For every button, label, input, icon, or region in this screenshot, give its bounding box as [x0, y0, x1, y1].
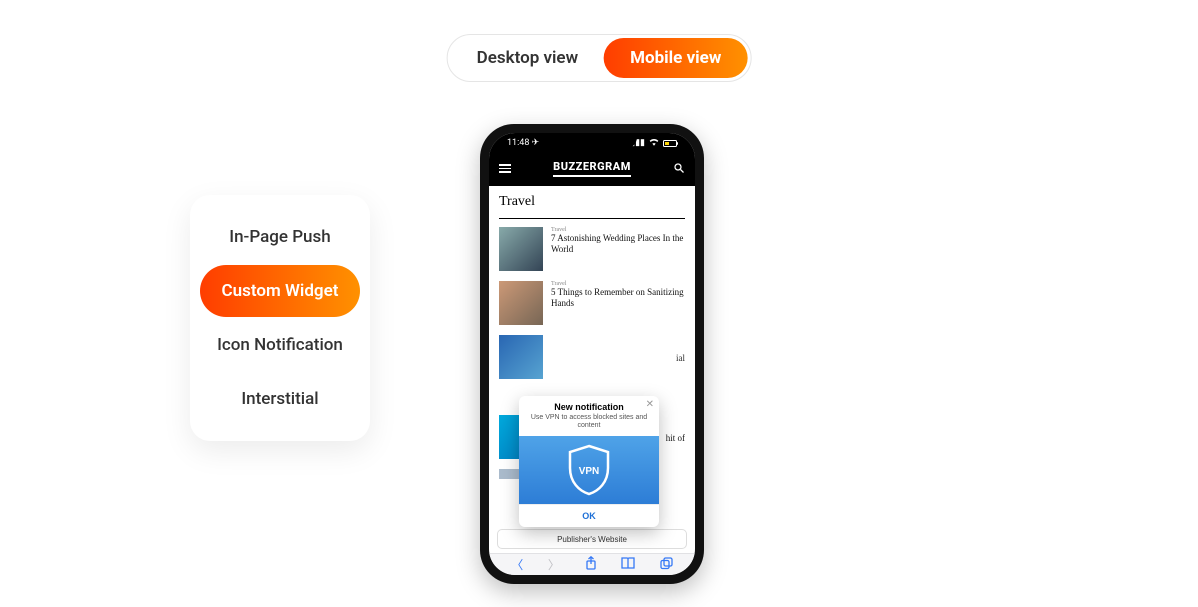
- widget-subtitle: Use VPN to access blocked sites and cont…: [519, 413, 659, 436]
- app-title: BUZZERGRAM: [553, 160, 631, 177]
- notch: [547, 133, 637, 149]
- article-title: 5 Things to Remember on Sanitizing Hands: [551, 287, 685, 310]
- svg-text:VPN: VPN: [579, 466, 600, 477]
- shield-icon: VPN: [566, 444, 612, 496]
- phone-screen: 11:48 ✈︎ ▮▮▮▮ BUZZERGRAM Travel T: [489, 133, 695, 575]
- phone-mockup: 11:48 ✈︎ ▮▮▮▮ BUZZERGRAM Travel T: [480, 124, 704, 584]
- sidebar-item-custom-widget[interactable]: Custom Widget: [200, 265, 360, 317]
- sidebar-item-icon-notification[interactable]: Icon Notification: [200, 319, 360, 371]
- close-icon[interactable]: ✕: [646, 399, 654, 410]
- view-toggle: Desktop view Mobile view: [447, 34, 752, 82]
- share-icon[interactable]: [585, 556, 597, 573]
- mobile-view-toggle[interactable]: Mobile view: [604, 38, 747, 78]
- article-thumb: [499, 281, 543, 325]
- status-time: 11:48 ✈︎: [507, 138, 539, 148]
- partial-text: ial: [676, 353, 685, 363]
- article-row[interactable]: ial: [499, 335, 685, 379]
- back-icon[interactable]: 〈: [511, 556, 523, 573]
- desktop-view-toggle[interactable]: Desktop view: [451, 38, 604, 78]
- sidebar-item-in-page-push[interactable]: In-Page Push: [200, 211, 360, 263]
- sidebar-item-interstitial[interactable]: Interstitial: [200, 373, 360, 425]
- browser-toolbar: 〈 〉: [489, 553, 695, 575]
- wifi-icon: [649, 138, 659, 149]
- forward-icon[interactable]: 〉: [548, 556, 560, 573]
- app-header: BUZZERGRAM: [489, 153, 695, 186]
- article-thumb: [499, 335, 543, 379]
- article-row[interactable]: Travel 7 Astonishing Wedding Places In t…: [499, 227, 685, 271]
- article-feed: Travel Travel 7 Astonishing Wedding Plac…: [489, 186, 695, 497]
- widget-ok-button[interactable]: OK: [519, 504, 659, 527]
- ad-format-sidebar: In-Page Push Custom Widget Icon Notifica…: [190, 195, 370, 441]
- notification-widget: ✕ New notification Use VPN to access blo…: [519, 396, 659, 527]
- divider: [499, 218, 685, 219]
- widget-image: VPN: [519, 436, 659, 504]
- partial-text: hit of: [666, 433, 685, 443]
- article-row[interactable]: Travel 5 Things to Remember on Sanitizin…: [499, 281, 685, 325]
- hamburger-icon[interactable]: [499, 164, 511, 173]
- section-title: Travel: [499, 194, 685, 214]
- article-thumb: [499, 227, 543, 271]
- bookmarks-icon[interactable]: [621, 557, 635, 572]
- article-title: 7 Astonishing Wedding Places In the Worl…: [551, 233, 685, 256]
- search-icon[interactable]: [673, 159, 685, 178]
- status-bar: 11:48 ✈︎ ▮▮▮▮: [489, 133, 695, 153]
- browser-url-bar[interactable]: Publisher's Website: [497, 529, 687, 549]
- widget-title: New notification: [519, 396, 659, 413]
- battery-icon: [663, 140, 677, 147]
- tabs-icon[interactable]: [660, 557, 673, 573]
